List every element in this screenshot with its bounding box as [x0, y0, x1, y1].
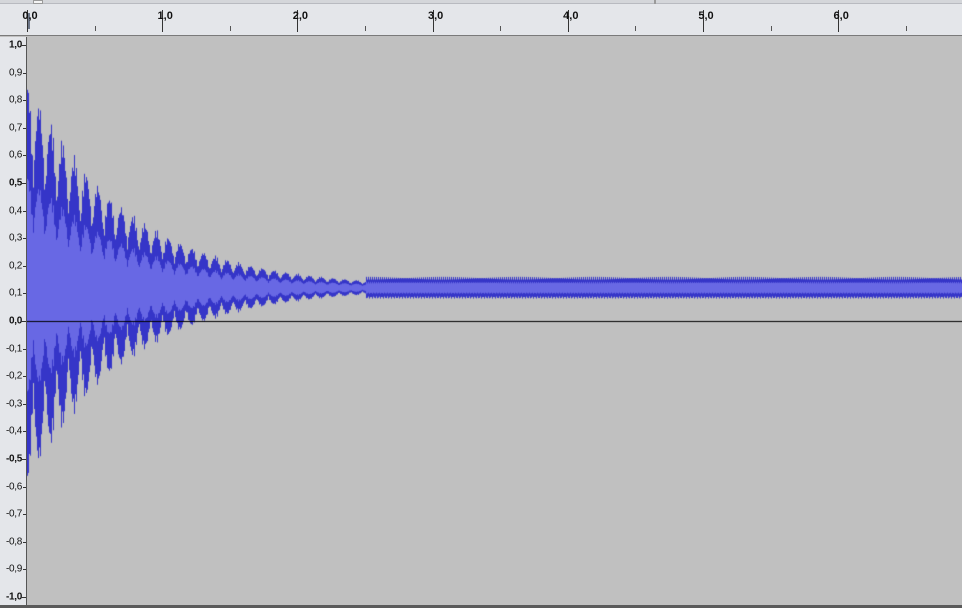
- amplitude-tick: [23, 541, 26, 543]
- amplitude-label: -0,9: [5, 563, 22, 575]
- amplitude-tick: [23, 155, 26, 157]
- amplitude-tick: [23, 238, 26, 240]
- ruler-divider: [654, 0, 656, 4]
- ruler-time-label: 0,0: [22, 10, 38, 22]
- amplitude-label: -0,3: [5, 398, 22, 410]
- amplitude-tick: [21, 321, 26, 322]
- amplitude-tick: [23, 293, 26, 295]
- amplitude-label: -0,8: [5, 536, 22, 548]
- ruler-minor-tick: [500, 26, 502, 31]
- amplitude-tick: [21, 597, 26, 598]
- amplitude-label: -0,1: [5, 343, 22, 355]
- amplitude-tick: [23, 403, 26, 405]
- ruler-minor-tick: [905, 26, 907, 31]
- ruler-minor-tick: [770, 26, 772, 31]
- amplitude-tick: [23, 486, 26, 488]
- amplitude-tick: [23, 210, 26, 212]
- amplitude-label: 0,6: [8, 149, 22, 161]
- ruler-time-label: 2,0: [292, 10, 309, 22]
- time-ruler[interactable]: 0,0 1,0 2,0 3,0 4,0 5,0 6,0: [0, 0, 962, 36]
- amplitude-label: 0,3: [8, 232, 22, 244]
- amplitude-tick: [23, 100, 26, 102]
- ruler-minor-tick: [229, 26, 231, 31]
- amplitude-tick: [21, 45, 26, 46]
- ruler-time-label: 3,0: [427, 10, 444, 22]
- amplitude-tick: [23, 376, 26, 378]
- amplitude-label: 0,8: [8, 94, 22, 106]
- amplitude-label: -0,2: [5, 370, 22, 382]
- ruler-time-label: 4,0: [563, 10, 579, 22]
- amplitude-tick: [23, 348, 26, 350]
- amplitude-tick: [23, 569, 26, 571]
- amplitude-tick: [23, 514, 26, 516]
- amplitude-tick: [21, 183, 26, 184]
- waveform-canvas[interactable]: [27, 37, 962, 608]
- amplitude-label: 0,1: [8, 287, 22, 299]
- ruler-time-label: 1,0: [157, 10, 173, 22]
- ruler-minor-tick: [635, 26, 637, 31]
- amplitude-ruler[interactable]: 1,0 0,9 0,8 0,7 0,6 0,5 0,4 0,3 0,2 0,1 0,0 -0,1 -0,…: [0, 37, 27, 608]
- amplitude-tick: [21, 459, 26, 460]
- audio-track-waveform[interactable]: [27, 37, 962, 608]
- amplitude-tick: [23, 431, 26, 433]
- ruler-minor-tick: [94, 26, 96, 31]
- amplitude-label: -0,5: [5, 453, 22, 465]
- play-region-marker[interactable]: [33, 0, 43, 4]
- amplitude-label: -1,0: [5, 591, 22, 603]
- amplitude-label: -0,6: [5, 481, 22, 493]
- amplitude-label: 0,9: [8, 67, 22, 79]
- amplitude-label: 0,2: [8, 260, 22, 272]
- amplitude-tick: [23, 72, 26, 74]
- amplitude-label: 0,7: [8, 122, 22, 134]
- ruler-time-label: 6,0: [833, 10, 849, 22]
- ruler-minor-tick: [365, 26, 366, 31]
- amplitude-tick: [23, 265, 26, 267]
- ruler-top-strip: [0, 0, 962, 4]
- amplitude-tick: [23, 127, 26, 129]
- amplitude-label: -0,4: [5, 425, 22, 437]
- ruler-time-label: 5,0: [698, 10, 714, 22]
- amplitude-label: 0,4: [8, 205, 22, 217]
- amplitude-label: -0,7: [5, 508, 22, 520]
